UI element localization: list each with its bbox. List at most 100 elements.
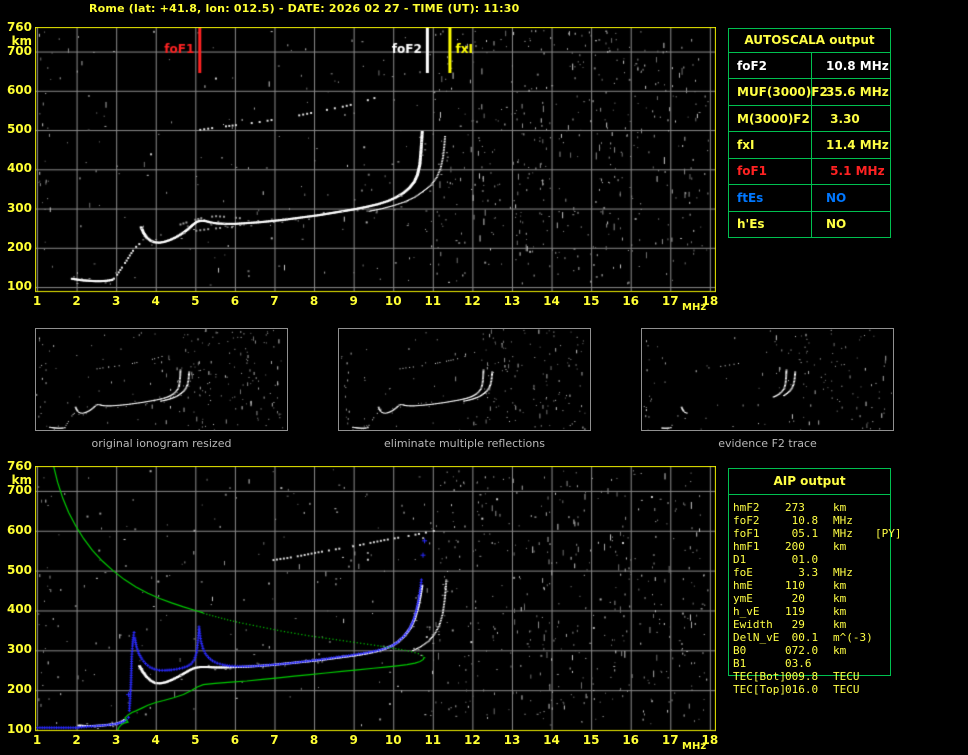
aip-param-label: TEC[Bot] <box>733 670 786 683</box>
thumbnail-label-original: original ionogram resized <box>91 437 232 450</box>
thumbnail-evidence-f2-trace <box>641 328 894 431</box>
aip-row: hmF2 273 km <box>728 501 928 514</box>
aip-param-label: foF1 <box>733 527 760 540</box>
aip-param-label: hmF2 <box>733 501 760 514</box>
autoscala-param-value: 11.4 MHz <box>826 137 889 152</box>
aip-param-value: 03.6 <box>785 657 812 670</box>
thumbnail-eliminate-reflections-canvas <box>339 329 590 430</box>
aip-param-unit: km <box>833 592 847 605</box>
y-axis-unit-label: km <box>11 473 32 487</box>
aip-param-value: 110 <box>785 579 805 592</box>
aip-param-value: 00.1 <box>785 631 819 644</box>
x-axis-tick-label: 4 <box>151 294 160 308</box>
autoscala-param-label: foF1 <box>729 158 812 185</box>
thumbnail-label-eliminate: eliminate multiple reflections <box>384 437 545 450</box>
aip-row: h_vE 119 km <box>728 605 928 618</box>
ionogram-canvas <box>35 27 716 293</box>
aip-param-value: 273 <box>785 501 805 514</box>
aip-param-label: DelN_vE <box>733 631 780 644</box>
aip-param-unit: km <box>833 605 847 618</box>
autoscala-param-value: NO <box>826 217 847 232</box>
autoscala-param-label: MUF(3000)F2 <box>729 79 828 105</box>
ionogram-plot-panel <box>35 27 716 293</box>
aip-param-unit: km <box>833 579 847 592</box>
x-axis-tick-label: 12 <box>464 294 481 308</box>
x-axis-tick-label: 3 <box>111 733 121 747</box>
thumbnail-original-ionogram <box>35 328 288 431</box>
aip-title-separator <box>728 494 891 495</box>
y-axis-tick-label: 500 <box>6 562 32 577</box>
autoscala-row: MUF(3000)F2 35.6 MHz <box>729 79 890 106</box>
aip-param-value: 119 <box>785 605 805 618</box>
y-axis-tick-label: 400 <box>6 161 32 176</box>
x-axis-tick-label: 14 <box>543 294 560 308</box>
x-axis-unit-label: MHz <box>682 302 707 313</box>
profile-canvas <box>35 466 716 732</box>
aip-row: DelN_vE 00.1 m^(-3) <box>728 631 928 644</box>
x-axis-tick-label: 7 <box>270 733 279 747</box>
aip-param-label: ymE <box>733 592 753 605</box>
aip-row: hmF1 200 km <box>728 540 928 553</box>
y-axis-tick-label: 400 <box>6 602 32 617</box>
aip-param-value: 29 <box>785 618 805 631</box>
x-axis-tick-label: 1 <box>32 294 42 308</box>
y-axis-tick-label: 600 <box>6 522 32 537</box>
x-axis-tick-label: 6 <box>230 294 240 308</box>
autoscala-param-label: h'Es <box>729 211 812 237</box>
y-axis-tick-label: 600 <box>6 82 32 97</box>
thumbnail-eliminate-reflections <box>338 328 591 431</box>
aip-param-value: 016.0 <box>785 683 819 696</box>
aip-param-label: foF2 <box>733 514 760 527</box>
autoscala-row: foF2 10.8 MHz <box>729 53 890 80</box>
x-axis-tick-label: 13 <box>503 294 521 308</box>
autoscala-row: fxI 11.4 MHz <box>729 132 890 159</box>
x-axis-tick-label: 2 <box>72 294 81 308</box>
aip-param-value: 01.0 <box>785 553 819 566</box>
autoscala-row: h'Es NO <box>729 211 890 237</box>
y-axis-tick-label: 300 <box>6 200 32 215</box>
aip-param-label: h_vE <box>733 605 760 618</box>
x-axis-tick-label: 9 <box>349 294 358 308</box>
aip-param-unit: MHz <box>833 514 853 527</box>
aip-param-label: B1 <box>733 657 747 670</box>
y-axis-tick-label: 200 <box>6 682 32 697</box>
x-axis-tick-label: 10 <box>384 733 402 747</box>
aip-row: foF2 10.8 MHz <box>728 514 928 527</box>
x-axis-tick-label: 9 <box>349 733 358 747</box>
x-axis-tick-label: 16 <box>622 733 640 747</box>
thumbnail-evidence-f2-trace-canvas <box>642 329 893 430</box>
aip-param-unit: m^(-3) <box>833 631 873 644</box>
x-axis-tick-label: 6 <box>230 733 240 747</box>
aip-row: foF1 05.1 MHz [PY] <box>728 527 928 540</box>
aip-title: AIP output <box>773 474 846 488</box>
x-axis-tick-label: 17 <box>661 733 679 747</box>
page-title: Rome (lat: +41.8, lon: 012.5) - DATE: 20… <box>89 2 520 15</box>
thumbnail-label-evidence: evidence F2 trace <box>718 437 817 450</box>
x-axis-tick-label: 12 <box>464 733 481 747</box>
autoscala-param-value: NO <box>826 190 847 205</box>
autoscala-param-label: ftEs <box>729 185 812 211</box>
aip-row: D1 01.0 <box>728 553 928 566</box>
aip-param-label: D1 <box>733 553 747 566</box>
autoscala-param-value: 3.30 <box>826 111 860 126</box>
autoscala-row: foF1 5.1 MHz <box>729 158 890 186</box>
x-axis-tick-label: 15 <box>582 733 600 747</box>
y-axis-tick-label: 500 <box>6 122 32 137</box>
x-axis-tick-label: 10 <box>384 294 402 308</box>
aip-param-label: hmF1 <box>733 540 760 553</box>
aip-param-value: 05.1 <box>785 527 819 540</box>
aip-param-unit: TECU <box>833 683 860 696</box>
aip-row: hmE 110 km <box>728 579 928 592</box>
autoscala-param-value: 10.8 MHz <box>826 58 889 73</box>
x-axis-tick-label: 11 <box>424 294 442 308</box>
aip-param-value: 10.8 <box>785 514 819 527</box>
aip-output-panel: AIP output hmF2 273 km foF2 10.8 MHz foF1 05.1… <box>728 468 928 698</box>
aip-param-label: Ewidth <box>733 618 773 631</box>
autoscala-output-panel: AUTOSCALA output foF2 10.8 MHz MUF(3000)F2 3… <box>728 28 891 238</box>
y-axis-tick-label: 300 <box>6 642 32 657</box>
x-axis-tick-label: 16 <box>622 294 640 308</box>
x-axis-tick-label: 15 <box>582 294 600 308</box>
aip-row: TEC[Bot] 009.8 TECU <box>728 670 928 683</box>
autoscala-param-value: 35.6 MHz <box>826 85 889 100</box>
aip-row: B0 072.0 km <box>728 644 928 657</box>
